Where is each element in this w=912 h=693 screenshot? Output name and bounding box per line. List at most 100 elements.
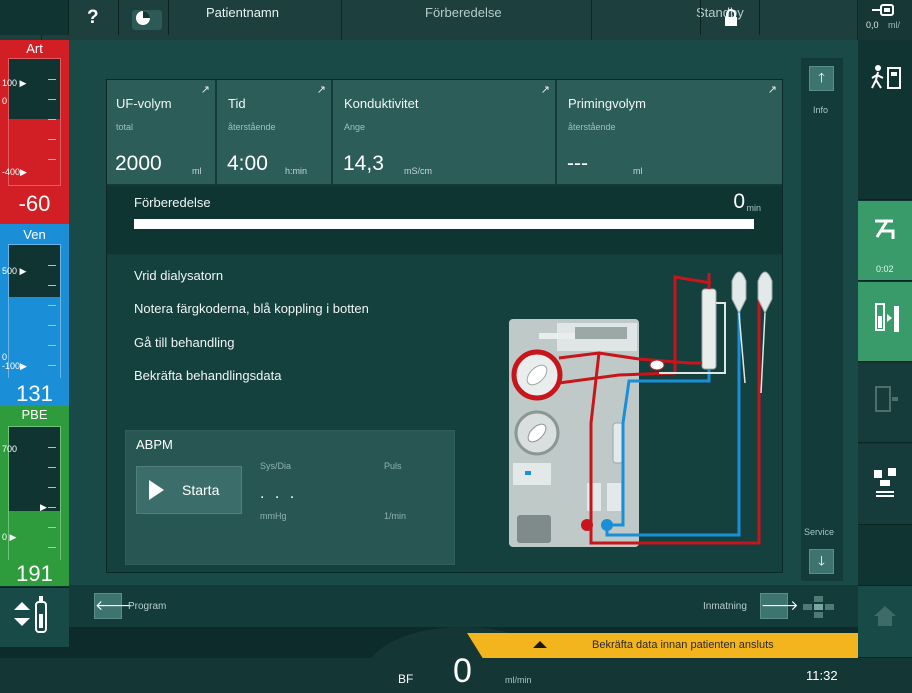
preparation-value: 0	[733, 190, 745, 213]
clock: 11:32	[806, 668, 838, 683]
abpm-pulse-label: Puls	[384, 461, 402, 471]
disabled-function-button	[858, 363, 912, 443]
art-title: Art	[26, 41, 43, 56]
preparation-progress-bar	[134, 219, 754, 229]
service-label: Service	[804, 527, 835, 537]
ven-reading: 131	[16, 381, 53, 406]
program-label: Program	[128, 601, 167, 612]
arrow-left-icon: 🡐	[95, 597, 133, 613]
tile-priming-volume-unit: ml	[633, 166, 643, 176]
arrow-down-icon: 🡓	[818, 553, 825, 568]
pbe-pressure-group[interactable]: PBE 700 ▶ 0 ▶ 191	[0, 406, 69, 586]
abpm-unit-mmhg: mmHg	[260, 511, 287, 521]
tile-conductivity-sub: Ange	[344, 122, 366, 132]
tab-patient-name[interactable]: Patientnamn	[206, 5, 279, 20]
tile-priming-volume-value: ---	[567, 152, 588, 175]
tile-conductivity-value: 14,3	[343, 152, 384, 175]
ven-pressure-group[interactable]: Ven 500 ▶ 0 -100▶ 131	[0, 224, 69, 406]
home-icon	[874, 606, 896, 626]
pie-timer-icon	[136, 11, 150, 25]
alarm-banner[interactable]: Bekräfta data innan patienten ansluts	[467, 633, 858, 658]
tile-uf-volume[interactable]: UF-volym total 2000 ml ↗	[107, 80, 217, 184]
ven-min-label: -100▶	[2, 361, 27, 371]
flow-icon	[874, 468, 896, 497]
abpm-title: ABPM	[136, 437, 173, 452]
help-icon: ?	[87, 7, 99, 28]
alarm-text: Bekräfta data innan patienten ansluts	[592, 639, 774, 651]
tile-time-name: Tid	[228, 96, 246, 111]
timer-button[interactable]: 0:02	[858, 201, 912, 281]
abpm-unit-pulse: 1/min	[384, 511, 407, 521]
uf-rate-unit: ml/	[888, 20, 900, 30]
art-pressure-group[interactable]: Art 100 ▶ 0 -400▶ -60	[0, 40, 69, 230]
connect-patient-button[interactable]	[858, 40, 912, 200]
parameter-tiles: UF-volym total 2000 ml ↗ Tid återstående…	[107, 80, 782, 184]
scroll-down-button[interactable]: 🡓	[809, 549, 834, 574]
arrow-right-icon: 🡒	[761, 597, 799, 613]
pbe-reading: 191	[16, 561, 53, 586]
level-adjust-button[interactable]	[0, 587, 69, 647]
status-left-blank	[0, 0, 69, 35]
step-item: Bekräfta behandlingsdata	[134, 368, 282, 383]
tile-time-value: 4:00	[227, 152, 268, 175]
right-blank-button	[858, 526, 912, 586]
expand-icon: ↗	[540, 84, 550, 96]
input-next-button[interactable]: 🡒	[760, 593, 799, 619]
art-min-label: -400▶	[2, 167, 27, 177]
ven-max-label: 500 ▶	[2, 266, 27, 276]
bf-unit: ml/min	[505, 675, 532, 685]
bag-1	[731, 271, 747, 315]
step-item: Gå till behandling	[134, 335, 235, 350]
uf-rate-display[interactable]: 0,0 ml/	[858, 0, 912, 40]
ven-title: Ven	[23, 227, 46, 242]
patient-connect-icon	[871, 65, 901, 89]
pbe-marker: ▶	[40, 502, 47, 512]
home-button[interactable]	[858, 586, 912, 658]
lock-icon	[725, 9, 737, 26]
abpm-sys-dia-label: Sys/Dia	[260, 461, 292, 471]
line-fill-button[interactable]	[858, 282, 912, 362]
info-scroll-column	[801, 58, 843, 581]
program-back-button[interactable]: 🡐	[94, 593, 133, 619]
preparation-label: Förberedelse	[134, 195, 211, 210]
input-label: Inmatning	[703, 601, 747, 612]
uf-rate-value: 0,0	[866, 20, 879, 30]
preparation-unit: min	[746, 203, 761, 213]
abpm-start-button[interactable]: Starta	[136, 466, 242, 514]
expand-icon: ↗	[200, 84, 210, 96]
step-item: Notera färgkoderna, blå koppling i botte…	[134, 301, 369, 316]
pbe-max-label: 700	[2, 444, 18, 454]
tile-time-unit: h:min	[285, 166, 308, 176]
tab-phase-label: Förberedelse	[425, 5, 502, 20]
uf-pump-icon	[872, 4, 894, 16]
scroll-up-button[interactable]: 🡑	[809, 66, 834, 91]
line-fill-icon	[875, 303, 899, 332]
tile-time-sub: återstående	[228, 122, 276, 132]
heparin-icon	[875, 386, 898, 412]
timer-pie-button[interactable]	[119, 0, 169, 35]
bf-value: 0	[453, 652, 472, 690]
tile-conductivity-name: Konduktivitet	[344, 96, 419, 111]
step-indicator-icon	[803, 596, 834, 618]
help-button[interactable]: ?	[69, 0, 119, 35]
tile-conductivity-unit: mS/cm	[404, 166, 432, 176]
bf-label: BF	[398, 672, 414, 686]
tile-conductivity[interactable]: Konduktivitet Ange 14,3 mS/cm ↗	[335, 80, 557, 184]
level-adjust-icon	[14, 596, 47, 633]
tile-priming-volume[interactable]: Primingvolym återstående --- ml ↗	[559, 80, 782, 184]
timer-value: 0:02	[876, 264, 894, 274]
alarm-expand-icon	[533, 641, 547, 648]
tile-time[interactable]: Tid återstående 4:00 h:min ↗	[219, 80, 333, 184]
expand-icon: ↗	[767, 84, 777, 96]
expand-icon: ↗	[316, 84, 326, 96]
tile-uf-volume-sub: total	[116, 122, 134, 132]
tab-phase[interactable]: Förberedelse	[342, 0, 592, 40]
flow-button[interactable]	[858, 444, 912, 525]
abpm-value: . . .	[260, 485, 298, 502]
play-icon	[149, 480, 164, 500]
lock-button[interactable]	[700, 0, 760, 35]
arrow-up-icon: 🡑	[818, 70, 825, 85]
clamp-icon	[875, 219, 895, 239]
tile-uf-volume-unit: ml	[192, 166, 202, 176]
pbe-zero-label: 0 ▶	[2, 532, 17, 542]
